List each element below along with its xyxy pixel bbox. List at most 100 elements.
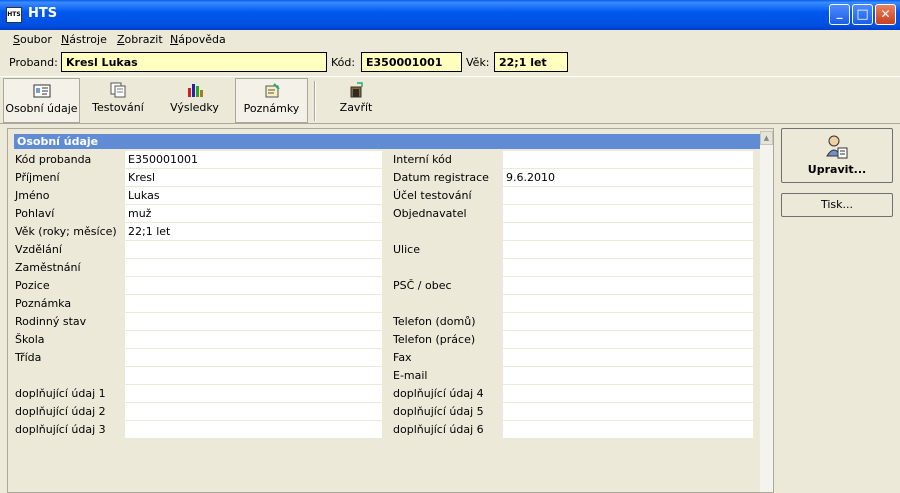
right-field-label: Datum registrace: [393, 171, 489, 184]
left-field-label: Jméno: [15, 189, 50, 202]
toolbar-separator: [314, 81, 316, 121]
menu-zobrazit[interactable]: Zobrazit: [117, 33, 163, 46]
right-field-label: doplňující údaj 4: [393, 387, 484, 400]
side-panel: Upravit... Tisk...: [775, 124, 900, 493]
right-field-label: doplňující údaj 6: [393, 423, 484, 436]
maximize-button[interactable]: □: [852, 4, 873, 25]
left-field-label: Škola: [15, 333, 45, 346]
left-field-label: Vzdělání: [15, 243, 62, 256]
left-field-value: [125, 421, 382, 438]
left-field-value: [125, 367, 382, 384]
left-field-label: Příjmení: [15, 171, 60, 184]
right-field-label: Účel testování: [393, 189, 472, 202]
menu-napoveda[interactable]: Nápověda: [170, 33, 226, 46]
right-field-label: doplňující údaj 5: [393, 405, 484, 418]
left-field-value: muž: [125, 205, 382, 222]
edit-button-label: Upravit...: [807, 163, 867, 176]
tab-testovani-label: Testování: [92, 101, 144, 114]
documents-icon: [110, 82, 126, 98]
right-field-value: [503, 187, 753, 204]
age-field: 22;1 let: [494, 52, 568, 72]
left-field-value: 22;1 let: [125, 223, 382, 240]
tab-poznamky[interactable]: Poznámky: [235, 78, 308, 123]
vertical-scrollbar[interactable]: ▲: [760, 131, 773, 492]
right-field-value: [503, 367, 753, 384]
left-field-value: E350001001: [125, 151, 382, 168]
minimize-button[interactable]: _: [829, 4, 850, 25]
personal-data-panel: Osobní údaje Kód probanda E350001001 Příjm…: [7, 128, 774, 493]
maximize-icon: □: [856, 7, 869, 22]
proband-label: Proband:: [9, 56, 58, 69]
id-card-icon: [33, 84, 50, 98]
right-field-value: 9.6.2010: [503, 169, 753, 186]
minimize-icon: _: [836, 5, 843, 19]
left-field-label: Zaměstnání: [15, 261, 81, 274]
right-field-value: [503, 295, 753, 312]
code-field: E350001001: [361, 52, 462, 72]
right-field-label: E-mail: [393, 369, 428, 382]
left-field-value: [125, 259, 382, 276]
code-label: Kód:: [331, 56, 356, 69]
tab-vysledky[interactable]: Výsledky: [158, 78, 231, 123]
edit-button[interactable]: Upravit...: [781, 128, 893, 183]
right-field-value: [503, 331, 753, 348]
left-field-label: Pozice: [15, 279, 50, 292]
right-field-value: [503, 313, 753, 330]
proband-bar: Proband: Kresl Lukas Kód: E350001001 Věk…: [0, 51, 900, 75]
right-field-value: [503, 349, 753, 366]
scroll-up-arrow-icon[interactable]: ▲: [760, 131, 773, 145]
menu-bar: Soubor Nástroje Zobrazit Nápověda: [0, 30, 900, 50]
right-field-value: [503, 241, 753, 258]
right-field-label: Ulice: [393, 243, 420, 256]
right-field-value: [503, 421, 753, 438]
tab-osobni-udaje-label: Osobní údaje: [5, 102, 78, 115]
right-field-value: [503, 151, 753, 168]
menu-soubor[interactable]: Soubor: [13, 33, 52, 46]
right-field-value: [503, 223, 753, 240]
right-field-label: Telefon (domů): [393, 315, 476, 328]
proband-name-field: Kresl Lukas: [61, 52, 327, 72]
section-header: Osobní údaje: [14, 134, 760, 149]
close-icon: ✕: [880, 7, 891, 21]
right-field-label: PSČ / obec: [393, 279, 452, 292]
left-field-value: [125, 385, 382, 402]
menu-nastroje[interactable]: Nástroje: [61, 33, 107, 46]
tab-testovani[interactable]: Testování: [84, 78, 152, 123]
right-field-value: [503, 385, 753, 402]
print-button[interactable]: Tisk...: [781, 193, 893, 217]
right-field-value: [503, 205, 753, 222]
right-field-label: Interní kód: [393, 153, 452, 166]
left-field-label: Třída: [15, 351, 42, 364]
left-field-value: [125, 403, 382, 420]
left-field-value: Kresl: [125, 169, 382, 186]
right-field-label: Telefon (práce): [393, 333, 476, 346]
close-window-button[interactable]: ✕: [875, 4, 896, 25]
person-card-icon: [826, 135, 848, 159]
left-field-value: [125, 295, 382, 312]
close-record-button[interactable]: Zavřít: [324, 78, 388, 123]
left-field-value: [125, 241, 382, 258]
left-field-label: Pohlaví: [15, 207, 55, 220]
print-button-label: Tisk...: [820, 198, 854, 211]
app-icon[interactable]: HTS: [6, 7, 22, 23]
tab-vysledky-label: Výsledky: [170, 101, 219, 114]
bar-chart-icon: [187, 84, 203, 97]
left-field-value: [125, 349, 382, 366]
left-field-label: doplňující údaj 3: [15, 423, 106, 436]
right-field-value: [503, 259, 753, 276]
left-field-label: Kód probanda: [15, 153, 92, 166]
toolbar: Osobní údaje Testování Výsledky Poznámky…: [0, 76, 900, 124]
age-label: Věk:: [466, 56, 490, 69]
left-field-label: doplňující údaj 2: [15, 405, 106, 418]
title-bar[interactable]: HTS HTS _ □ ✕: [0, 0, 900, 30]
left-field-value: Lukas: [125, 187, 382, 204]
close-record-label: Zavřít: [339, 101, 373, 114]
right-field-value: [503, 403, 753, 420]
left-field-value: [125, 277, 382, 294]
tab-osobni-udaje[interactable]: Osobní údaje: [3, 78, 80, 123]
right-field-label: Fax: [393, 351, 412, 364]
right-field-label: Objednavatel: [393, 207, 467, 220]
right-field-value: [503, 277, 753, 294]
exit-door-icon: [350, 82, 363, 98]
left-field-label: Věk (roky; měsíce): [15, 225, 117, 238]
